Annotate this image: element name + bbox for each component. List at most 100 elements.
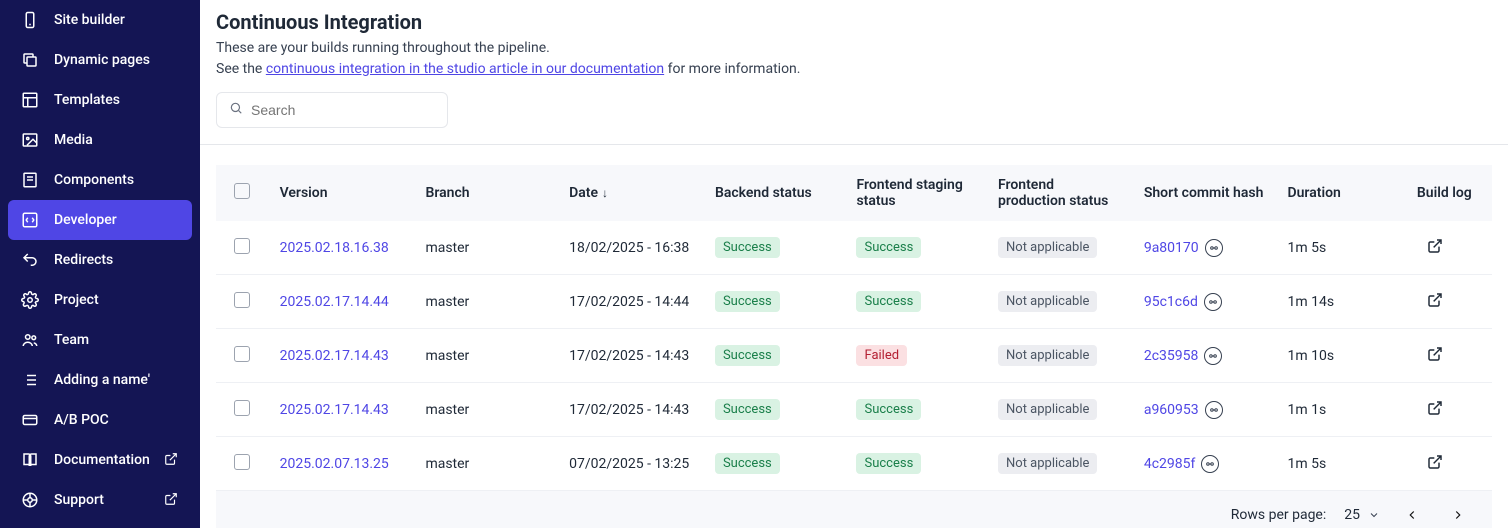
status-badge: Success [715,291,780,312]
commit-graph-icon[interactable] [1204,293,1222,311]
next-page-button[interactable] [1444,501,1472,528]
branch-cell: master [415,383,559,437]
sidebar-item-label: Support [54,492,150,508]
version-link[interactable]: 2025.02.17.14.44 [280,294,389,310]
version-link[interactable]: 2025.02.07.13.25 [280,456,389,472]
build-log-link[interactable] [1427,292,1443,308]
table-row: 2025.02.17.14.44 master17/02/2025 - 14:44… [216,275,1492,329]
note-icon [20,170,40,190]
status-badge: Success [856,237,921,258]
sidebar-item-developer[interactable]: Developer [8,200,192,240]
status-badge: Not applicable [998,291,1097,312]
row-checkbox[interactable] [234,400,250,416]
search-input[interactable] [251,102,435,118]
header-duration[interactable]: Duration [1278,165,1417,221]
date-cell: 17/02/2025 - 14:44 [559,275,705,329]
row-checkbox[interactable] [234,238,250,254]
version-link[interactable]: 2025.02.17.14.43 [280,348,389,364]
docs-icon [20,450,40,470]
table-row: 2025.02.17.14.43master17/02/2025 - 14:43… [216,383,1492,437]
sidebar-item-templates[interactable]: Templates [8,80,192,120]
commit-hash-link[interactable]: a960953 [1144,402,1199,418]
commit-graph-icon[interactable] [1201,455,1219,473]
sidebar-item-label: Media [54,132,180,148]
header-hash[interactable]: Short commit hash [1134,165,1278,221]
row-checkbox[interactable] [234,292,250,308]
rows-per-page-select[interactable]: 25 [1344,507,1380,523]
prev-page-button[interactable] [1398,501,1426,528]
status-badge: Success [715,345,780,366]
branch-cell: master [415,275,559,329]
sidebar-item-a-b-poc[interactable]: A/B POC [8,400,192,440]
build-log-link[interactable] [1427,346,1443,362]
commit-graph-icon[interactable] [1204,347,1222,365]
duration-cell: 1m 10s [1278,329,1417,383]
header-staging[interactable]: Frontend staging status [846,165,988,221]
header-log[interactable]: Build log [1417,165,1492,221]
page-subtitle-2: See the continuous integration in the st… [216,59,1492,80]
sidebar: Site builder Dynamic pages Templates Media C… [0,0,200,528]
list-icon [20,370,40,390]
external-link-icon [164,492,180,508]
doc-link[interactable]: continuous integration in the studio art… [266,61,664,77]
status-badge: Not applicable [998,237,1097,258]
card-icon [20,410,40,430]
version-link[interactable]: 2025.02.17.14.43 [280,402,389,418]
sidebar-item-redirects[interactable]: Redirects [8,240,192,280]
select-all-checkbox[interactable] [234,183,250,199]
status-badge: Not applicable [998,345,1097,366]
build-log-link[interactable] [1427,238,1443,254]
code-icon [20,210,40,230]
status-badge: Success [856,399,921,420]
sidebar-item-components[interactable]: Components [8,160,192,200]
header-branch[interactable]: Branch [415,165,559,221]
builds-table-wrap: Version Branch Date↓ Backend status Fron… [216,165,1492,528]
commit-hash-link[interactable]: 4c2985f [1144,456,1196,472]
sidebar-item-support[interactable]: Support [8,480,192,520]
sidebar-item-adding-a-name-[interactable]: Adding a name' [8,360,192,400]
status-badge: Success [715,399,780,420]
subtitle2-suffix: for more information. [664,61,800,77]
row-checkbox[interactable] [234,454,250,470]
sidebar-item-team[interactable]: Team [8,320,192,360]
sidebar-item-project[interactable]: Project [8,280,192,320]
branch-cell: master [415,437,559,491]
table-header-row: Version Branch Date↓ Backend status Fron… [216,165,1492,221]
sidebar-top: Site builder Dynamic pages Templates Media C… [8,0,192,440]
sidebar-bottom: Documentation Support [8,440,192,528]
status-badge: Success [856,453,921,474]
branch-cell: master [415,221,559,275]
rows-per-page-label: Rows per page: [1231,507,1326,523]
commit-graph-icon[interactable] [1205,239,1223,257]
status-badge: Success [715,237,780,258]
duration-cell: 1m 14s [1278,275,1417,329]
status-badge: Success [715,453,780,474]
sidebar-item-label: Team [54,332,180,348]
header-prod[interactable]: Frontend production status [988,165,1134,221]
commit-graph-icon[interactable] [1205,401,1223,419]
support-icon [20,490,40,510]
table-row: 2025.02.18.16.38master18/02/2025 - 16:38… [216,221,1492,275]
row-checkbox[interactable] [234,346,250,362]
version-link[interactable]: 2025.02.18.16.38 [280,240,389,256]
status-badge: Failed [856,345,907,366]
image-icon [20,130,40,150]
search-box[interactable] [216,92,448,128]
sidebar-item-label: Dynamic pages [54,52,180,68]
sidebar-item-site-builder[interactable]: Site builder [8,0,192,40]
sidebar-item-documentation[interactable]: Documentation [8,440,192,480]
chevron-left-icon [1405,508,1419,522]
build-log-link[interactable] [1427,400,1443,416]
commit-hash-link[interactable]: 95c1c6d [1144,294,1198,310]
commit-hash-link[interactable]: 2c35958 [1144,348,1199,364]
date-cell: 07/02/2025 - 13:25 [559,437,705,491]
sidebar-item-dynamic-pages[interactable]: Dynamic pages [8,40,192,80]
build-log-link[interactable] [1427,454,1443,470]
header-backend[interactable]: Backend status [705,165,847,221]
header-version[interactable]: Version [270,165,416,221]
commit-hash-link[interactable]: 9a80170 [1144,240,1199,256]
sidebar-item-media[interactable]: Media [8,120,192,160]
header-date[interactable]: Date↓ [559,165,705,221]
smartphone-icon [20,10,40,30]
sidebar-item-label: A/B POC [54,412,180,428]
